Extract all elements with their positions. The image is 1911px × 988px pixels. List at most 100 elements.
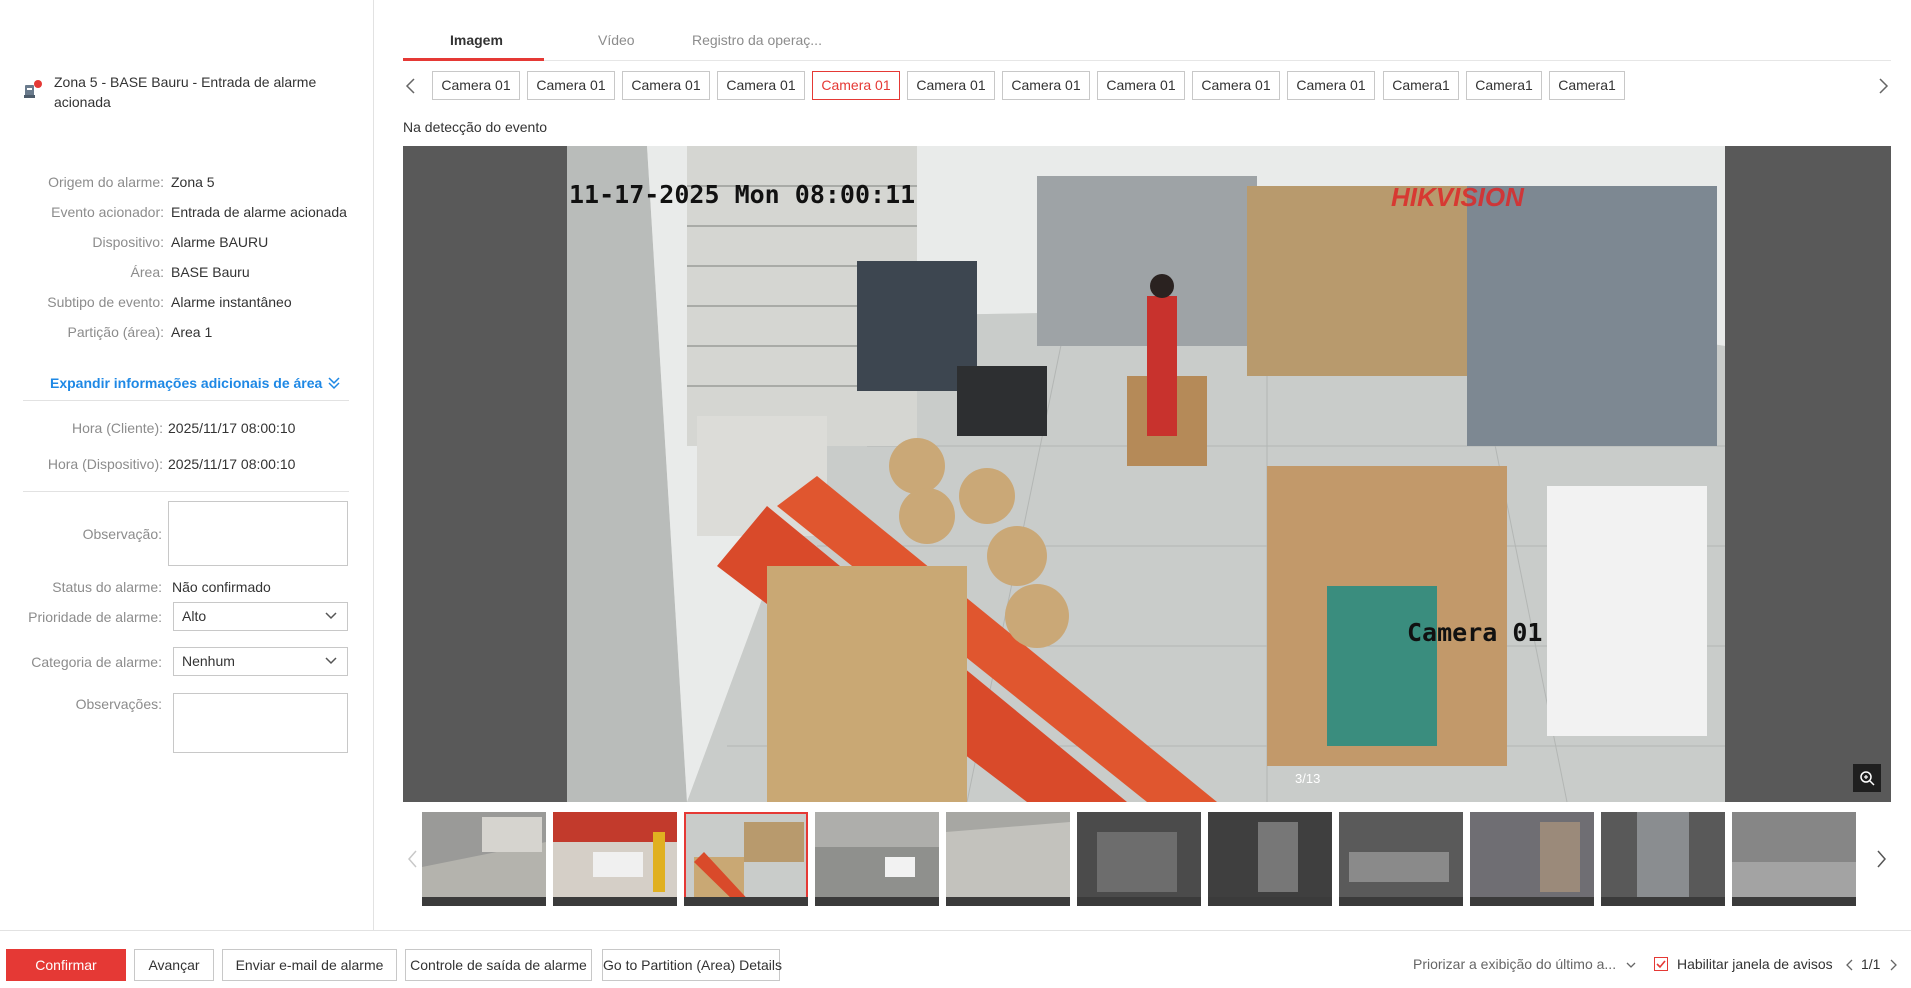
chevron-down-icon <box>325 612 337 620</box>
osd-camera-name: Camera 01 <box>1407 618 1543 647</box>
detail-label: Dispositivo: <box>92 234 164 250</box>
send-email-button[interactable]: Enviar e-mail de alarme <box>222 949 397 981</box>
camera-button[interactable]: Camera 01 <box>717 71 805 100</box>
checkmark-icon <box>1656 960 1666 969</box>
status-label: Status do alarme: <box>52 579 162 595</box>
tab-operation-log[interactable]: Registro da operaç... <box>692 32 822 48</box>
partition-details-button[interactable]: Go to Partition (Area) Details <box>602 949 782 981</box>
thumbnail-selected[interactable] <box>684 812 808 906</box>
thumbnail[interactable] <box>1470 812 1594 906</box>
detail-value: Zona 5 <box>171 174 215 190</box>
media-panel: Imagem Vídeo Registro da operaç... Camer… <box>375 0 1911 930</box>
chevron-down-icon <box>1626 962 1636 968</box>
thumbnail[interactable] <box>553 812 677 906</box>
media-tabs: Imagem Vídeo Registro da operaç... <box>403 24 1891 61</box>
camera-selector: Camera 01 Camera 01 Camera 01 Camera 01 Came… <box>403 71 1891 101</box>
chevron-left-icon[interactable] <box>407 850 419 868</box>
alarm-title: Zona 5 - BASE Bauru - Entrada de alarme … <box>54 74 317 110</box>
observation-label: Observação: <box>82 526 162 542</box>
thumbnail[interactable] <box>1732 812 1856 906</box>
divider <box>23 400 349 401</box>
divider <box>23 491 349 492</box>
remarks-input[interactable] <box>173 693 348 753</box>
category-label: Categoria de alarme: <box>31 654 162 670</box>
time-row: Hora (Dispositivo): 2025/11/17 08:00:10 <box>0 454 374 474</box>
tab-image[interactable]: Imagem <box>450 32 503 48</box>
page-indicator: 1/1 <box>1861 956 1881 972</box>
detail-value: Area 1 <box>171 324 213 340</box>
detail-row: Área: BASE Bauru <box>0 262 374 282</box>
time-value: 2025/11/17 08:00:10 <box>168 420 296 436</box>
alarm-output-control-button[interactable]: Controle de saída de alarme <box>405 949 592 981</box>
time-row: Hora (Cliente): 2025/11/17 08:00:10 <box>0 418 374 438</box>
thumbnail[interactable] <box>422 812 546 906</box>
detail-label: Área: <box>130 264 164 280</box>
warehouse-scene <box>567 146 1725 802</box>
confirm-button[interactable]: Confirmar <box>6 949 126 981</box>
status-value: Não confirmado <box>172 579 271 595</box>
time-value: 2025/11/17 08:00:10 <box>168 456 296 472</box>
double-chevron-down-icon <box>328 377 340 390</box>
detail-label: Evento acionador: <box>51 204 164 220</box>
image-counter: 3/13 <box>1295 771 1321 786</box>
camera-button[interactable]: Camera 01 <box>1002 71 1090 100</box>
alarm-details-panel: Zona 5 - BASE Bauru - Entrada de alarme … <box>0 0 374 930</box>
category-selected-value: Nenhum <box>182 653 235 669</box>
detail-value: Alarme instantâneo <box>171 294 292 310</box>
detail-value: Entrada de alarme acionada <box>171 204 347 220</box>
detail-label: Subtipo de evento: <box>47 294 164 310</box>
chevron-left-icon[interactable] <box>1846 959 1854 971</box>
prioritize-label: Priorizar a exibição do último a... <box>1413 956 1617 972</box>
next-button[interactable]: Avançar <box>134 949 214 981</box>
camera-button[interactable]: Camera1 <box>1466 71 1542 100</box>
category-select[interactable]: Nenhum <box>173 647 348 676</box>
camera-button[interactable]: Camera 01 <box>622 71 710 100</box>
camera-button[interactable]: Camera 01 <box>1097 71 1185 100</box>
chevron-right-icon[interactable] <box>1877 78 1889 94</box>
detail-row: Partição (área): Area 1 <box>0 322 374 342</box>
camera-button[interactable]: Camera 01 <box>527 71 615 100</box>
thumbnail[interactable] <box>1339 812 1463 906</box>
enable-popup-checkbox[interactable] <box>1654 957 1668 971</box>
time-label: Hora (Cliente): <box>71 420 163 436</box>
camera-button[interactable]: Camera1 <box>1383 71 1459 100</box>
detail-value: Alarme BAURU <box>171 234 269 250</box>
chevron-right-icon[interactable] <box>1875 850 1887 868</box>
chevron-left-icon[interactable] <box>405 78 417 94</box>
alarm-header: Zona 5 - BASE Bauru - Entrada de alarme … <box>24 72 354 112</box>
camera-button[interactable]: Camera1 <box>1549 71 1625 100</box>
detail-row: Dispositivo: Alarme BAURU <box>0 232 374 252</box>
camera-button[interactable]: Camera 01 <box>907 71 995 100</box>
detail-row: Evento acionador: Entrada de alarme acion… <box>0 202 374 222</box>
detail-value: BASE Bauru <box>171 264 250 280</box>
priority-select[interactable]: Alto <box>173 602 348 631</box>
footer-toolbar: Confirmar Avançar Enviar e-mail de alarm… <box>0 930 1911 988</box>
tab-video[interactable]: Vídeo <box>598 32 635 48</box>
zoom-button[interactable] <box>1853 764 1881 792</box>
alarm-input-icon <box>24 80 44 100</box>
camera-button-selected[interactable]: Camera 01 <box>812 71 900 100</box>
osd-timestamp: 11-17-2025 Mon 08:00:11 <box>569 180 916 209</box>
thumbnail[interactable] <box>815 812 939 906</box>
expand-area-info-label: Expandir informações adicionais de área <box>50 375 323 391</box>
image-viewer[interactable]: 11-17-2025 Mon 08:00:11 HIKVISION Camera… <box>403 146 1891 802</box>
time-label: Hora (Dispositivo): <box>47 456 163 472</box>
prioritize-dropdown[interactable]: Priorizar a exibição do último a... <box>1413 956 1636 972</box>
observation-input[interactable] <box>168 501 348 566</box>
thumbnail[interactable] <box>1208 812 1332 906</box>
remarks-label: Observações: <box>75 696 162 712</box>
expand-area-info-link[interactable]: Expandir informações adicionais de área <box>50 373 341 393</box>
thumbnail[interactable] <box>1601 812 1725 906</box>
thumbnail[interactable] <box>1077 812 1201 906</box>
thumbnail[interactable] <box>946 812 1070 906</box>
zoom-in-icon <box>1860 771 1875 786</box>
enable-popup-label: Habilitar janela de avisos <box>1677 956 1833 972</box>
camera-button[interactable]: Camera 01 <box>432 71 520 100</box>
chevron-down-icon <box>325 657 337 665</box>
detail-row: Subtipo de evento: Alarme instantâneo <box>0 292 374 312</box>
camera-button[interactable]: Camera 01 <box>1192 71 1280 100</box>
camera-button[interactable]: Camera 01 <box>1287 71 1375 100</box>
priority-label: Prioridade de alarme: <box>28 609 162 625</box>
chevron-right-icon[interactable] <box>1889 959 1897 971</box>
event-capture-label: Na detecção do evento <box>403 119 547 135</box>
